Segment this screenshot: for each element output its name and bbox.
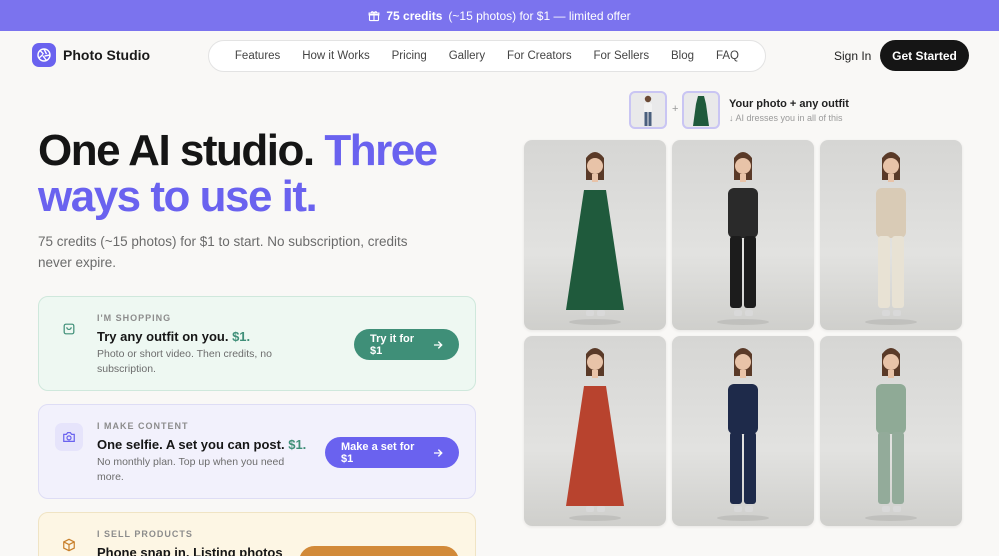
camera-icon bbox=[55, 423, 83, 451]
your-photo-thumb[interactable] bbox=[629, 91, 667, 129]
nav-item-pricing[interactable]: Pricing bbox=[392, 50, 427, 62]
card-title: One selfie. A set you can post. $1. bbox=[97, 437, 306, 452]
gallery-photo-sage-activewear[interactable] bbox=[820, 336, 962, 526]
combo-subtitle: ↓ AI dresses you in all of this bbox=[729, 113, 843, 123]
gift-icon bbox=[368, 10, 380, 21]
gallery-photo-beige-knit-set[interactable] bbox=[820, 140, 962, 330]
card-eyebrow: I SELL PRODUCTS bbox=[97, 529, 193, 539]
card-title: Phone snap in. Listing photos bbox=[97, 545, 283, 556]
arrow-right-icon bbox=[434, 448, 443, 457]
get-started-button[interactable]: Get Started bbox=[880, 40, 969, 71]
make-a-set-label: Make a set for $1 bbox=[341, 440, 415, 465]
nav-item-gallery[interactable]: Gallery bbox=[449, 50, 485, 62]
card-shopping: I'M SHOPPING Try any outfit on you. $1. … bbox=[38, 296, 476, 391]
gallery-photo-navy-suit[interactable] bbox=[672, 336, 814, 526]
combo-title: Your photo + any outfit bbox=[729, 98, 849, 110]
try-it-label: Try it for $1 bbox=[370, 332, 415, 357]
nav-item-for-sellers[interactable]: For Sellers bbox=[594, 50, 650, 62]
card-price: $1. bbox=[288, 437, 307, 452]
card-description: No monthly plan. Top up when you need mo… bbox=[97, 456, 285, 483]
gallery-photo-leather-jacket-jeans[interactable] bbox=[672, 140, 814, 330]
nav-item-features[interactable]: Features bbox=[235, 50, 280, 62]
card-title-text: One selfie. A set you can post. bbox=[97, 437, 285, 452]
hero-subtitle: 75 credits (~15 photos) for $1 to start.… bbox=[38, 234, 408, 270]
aperture-icon bbox=[32, 43, 56, 67]
gallery-photo-red-floral-dress[interactable] bbox=[524, 336, 666, 526]
card-eyebrow: I'M SHOPPING bbox=[97, 313, 172, 323]
try-it-button[interactable]: Try it for $1 bbox=[354, 329, 459, 360]
gallery-photo-green-slip-dress[interactable] bbox=[524, 140, 666, 330]
plus-sign: + bbox=[672, 103, 679, 115]
nav-item-blog[interactable]: Blog bbox=[671, 50, 694, 62]
promo-text: (~15 photos) for $1 — limited offer bbox=[448, 8, 631, 23]
nav-item-how-it-works[interactable]: How it Works bbox=[302, 50, 370, 62]
seller-cta-button[interactable] bbox=[299, 546, 459, 556]
promo-banner[interactable]: 75 credits (~15 photos) for $1 — limited… bbox=[0, 0, 999, 31]
hero-title-main: One AI studio. bbox=[38, 126, 315, 175]
outfit-combo: + Your photo + any outfit ↓ AI dresses y… bbox=[629, 91, 969, 131]
nav-item-for-creators[interactable]: For Creators bbox=[507, 50, 572, 62]
box-icon bbox=[55, 531, 83, 556]
outfit-gallery bbox=[524, 140, 964, 526]
arrow-right-icon bbox=[434, 340, 443, 349]
card-seller: I SELL PRODUCTS Phone snap in. Listing p… bbox=[38, 512, 476, 556]
top-nav: Photo Studio Features How it Works Prici… bbox=[0, 31, 999, 81]
nav-item-faq[interactable]: FAQ bbox=[716, 50, 739, 62]
promo-strong: 75 credits bbox=[386, 8, 443, 23]
hero-title: One AI studio. Three ways to use it. bbox=[38, 128, 488, 220]
card-title-text: Phone snap in. Listing photos bbox=[97, 545, 283, 556]
brand-name: Photo Studio bbox=[63, 47, 151, 63]
card-content-creator: I MAKE CONTENT One selfie. A set you can… bbox=[38, 404, 476, 499]
card-price: $1. bbox=[232, 329, 251, 344]
brand-logo[interactable]: Photo Studio bbox=[32, 43, 150, 67]
card-description: Photo or short video. Then credits, no s… bbox=[97, 348, 272, 375]
card-eyebrow: I MAKE CONTENT bbox=[97, 421, 189, 431]
nav-menu: Features How it Works Pricing Gallery Fo… bbox=[208, 40, 766, 72]
outfit-thumb[interactable] bbox=[682, 91, 720, 129]
card-title-text: Try any outfit on you. bbox=[97, 329, 229, 344]
shopping-bag-icon bbox=[55, 315, 83, 343]
make-a-set-button[interactable]: Make a set for $1 bbox=[325, 437, 459, 468]
sign-in-link[interactable]: Sign In bbox=[834, 49, 871, 63]
card-title: Try any outfit on you. $1. bbox=[97, 329, 250, 344]
